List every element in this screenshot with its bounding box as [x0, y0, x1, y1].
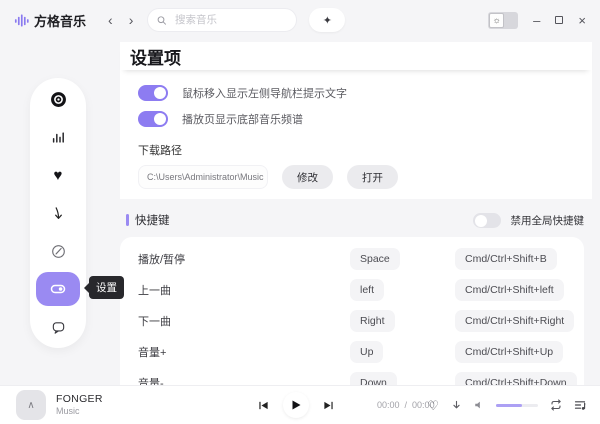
disc-icon — [50, 91, 67, 108]
download-path-value: C:\Users\Administrator\Music — [138, 165, 268, 189]
app-title: 方格音乐 — [34, 11, 86, 30]
track-title: FONGER — [56, 393, 103, 406]
page-title: 设置项 — [130, 44, 181, 69]
setting-label: 播放页显示底部音乐频谱 — [182, 111, 303, 127]
next-icon — [323, 400, 334, 411]
shortcut-action-label: 播放/暂停 — [138, 251, 350, 267]
sun-icon: ☼ — [489, 13, 504, 28]
setting-row-spectrum: 播放页显示底部音乐频谱 — [138, 106, 592, 132]
shortcut-row: 播放/暂停 Space Cmd/Ctrl+Shift+B — [120, 243, 584, 274]
time-separator: / — [405, 400, 408, 410]
next-button[interactable] — [323, 400, 334, 411]
sidebar-item-download[interactable] — [36, 196, 80, 230]
shortcut-action-label: 上一曲 — [138, 282, 350, 298]
logo-soundbars-icon — [14, 13, 29, 28]
album-art[interactable]: ∧ — [16, 390, 46, 420]
circle-slash-icon — [51, 244, 66, 259]
shortcut-key-field[interactable]: Right — [350, 310, 395, 332]
shortcut-key-field[interactable]: left — [350, 279, 384, 301]
spectrum-toggle[interactable] — [138, 111, 168, 127]
transport-controls — [258, 392, 334, 418]
setting-row-nav-tooltip: 鼠标移入显示左侧导航栏提示文字 — [138, 80, 592, 106]
favorite-button[interactable]: ♡ — [427, 399, 439, 412]
play-icon — [292, 400, 301, 410]
volume-slider[interactable] — [496, 404, 538, 407]
open-path-button[interactable]: 打开 — [347, 165, 398, 189]
shortcuts-header: 快捷键 禁用全局快捷键 — [126, 211, 584, 229]
shortcut-global-key-field[interactable]: Cmd/Ctrl+Shift+left — [455, 279, 564, 301]
sidebar-item-favorites[interactable]: ♥ — [36, 158, 80, 192]
settings-tooltip: 设置 — [89, 276, 124, 299]
time-current: 00:00 — [377, 400, 400, 410]
maximize-icon — [555, 16, 563, 24]
shortcut-action-label: 音量+ — [138, 344, 350, 360]
search-input[interactable] — [173, 13, 287, 27]
setting-label: 鼠标移入显示左侧导航栏提示文字 — [182, 85, 347, 101]
shortcut-global-key-field[interactable]: Cmd/Ctrl+Shift+Up — [455, 341, 563, 363]
shortcut-key-field[interactable]: Up — [350, 341, 383, 363]
sidebar-item-discover[interactable] — [36, 234, 80, 268]
nav-forward-button[interactable]: › — [129, 13, 134, 27]
volume-icon[interactable] — [474, 400, 484, 410]
app-logo: 方格音乐 — [14, 11, 86, 30]
modify-path-button[interactable]: 修改 — [282, 165, 333, 189]
shortcut-global-key-field[interactable]: Cmd/Ctrl+Shift+Right — [455, 310, 574, 332]
playlist-icon — [574, 399, 586, 411]
volume-fill — [496, 404, 522, 407]
download-path-label: 下载路径 — [138, 142, 592, 158]
settings-page: 设置项 鼠标移入显示左侧导航栏提示文字 播放页显示底部音乐频谱 下载路径 C:\… — [112, 42, 600, 385]
settings-toggle-icon — [49, 281, 67, 297]
section-accent-bar — [126, 214, 129, 226]
search-icon — [157, 15, 167, 26]
player-right-controls: ♡ — [427, 399, 586, 412]
nav-tooltip-toggle[interactable] — [138, 85, 168, 101]
sparkle-icon: ✦ — [323, 15, 332, 27]
disable-global-shortcuts-label: 禁用全局快捷键 — [511, 213, 585, 228]
maximize-button[interactable] — [555, 11, 563, 29]
sidebar: ♥ — [30, 78, 86, 348]
close-button[interactable]: × — [578, 13, 586, 28]
download-icon — [451, 400, 462, 411]
shortcut-key-field[interactable]: Space — [350, 248, 400, 270]
previous-button[interactable] — [258, 400, 269, 411]
nav-arrows: ‹ › — [108, 13, 133, 27]
window-controls: ☼ – × — [488, 11, 586, 29]
shortcut-global-key-field[interactable]: Cmd/Ctrl+Shift+B — [455, 248, 557, 270]
shortcut-action-label: 下一曲 — [138, 313, 350, 329]
shortcut-row: 音量+ Up Cmd/Ctrl+Shift+Up — [120, 336, 584, 367]
minimize-button[interactable]: – — [533, 13, 540, 28]
download-button[interactable] — [451, 400, 462, 411]
disable-global-shortcuts-toggle[interactable] — [473, 213, 501, 228]
track-meta: FONGER Music — [56, 393, 103, 417]
app-window: 方格音乐 ‹ › ✦ ☼ – × — [0, 0, 600, 424]
sidebar-item-feedback[interactable] — [36, 310, 80, 344]
chart-bars-icon — [51, 130, 66, 145]
chat-bubble-icon — [51, 320, 66, 335]
repeat-button[interactable] — [550, 399, 562, 411]
down-arrow-icon — [51, 206, 66, 221]
general-settings-panel: 鼠标移入显示左侧导航栏提示文字 播放页显示底部音乐频谱 下载路径 C:\User… — [120, 70, 592, 199]
play-button[interactable] — [283, 392, 309, 418]
shortcut-row: 下一曲 Right Cmd/Ctrl+Shift+Right — [120, 305, 584, 336]
theme-toggle[interactable]: ☼ — [488, 12, 518, 29]
heart-icon: ♥ — [54, 168, 63, 183]
page-heading-strip: 设置项 — [120, 42, 592, 70]
repeat-icon — [550, 399, 562, 411]
player-bar: ∧ FONGER Music — [0, 385, 600, 424]
sidebar-item-music[interactable] — [36, 82, 80, 116]
download-path-row: C:\Users\Administrator\Music 修改 打开 — [138, 165, 592, 189]
time-display: 00:00 / 00:00 — [377, 400, 435, 410]
chevron-up-icon: ∧ — [27, 400, 34, 411]
nav-back-button[interactable]: ‹ — [108, 13, 113, 27]
topbar: 方格音乐 ‹ › ✦ ☼ – × — [0, 0, 600, 40]
search-box[interactable] — [147, 8, 297, 32]
shortcut-row: 上一曲 left Cmd/Ctrl+Shift+left — [120, 274, 584, 305]
previous-icon — [258, 400, 269, 411]
track-subtitle: Music — [56, 406, 103, 417]
shortcuts-title: 快捷键 — [135, 212, 170, 228]
sidebar-item-settings[interactable] — [36, 272, 80, 306]
sidebar-item-rank[interactable] — [36, 120, 80, 154]
audio-effect-button[interactable]: ✦ — [309, 8, 345, 32]
playlist-button[interactable] — [574, 399, 586, 411]
